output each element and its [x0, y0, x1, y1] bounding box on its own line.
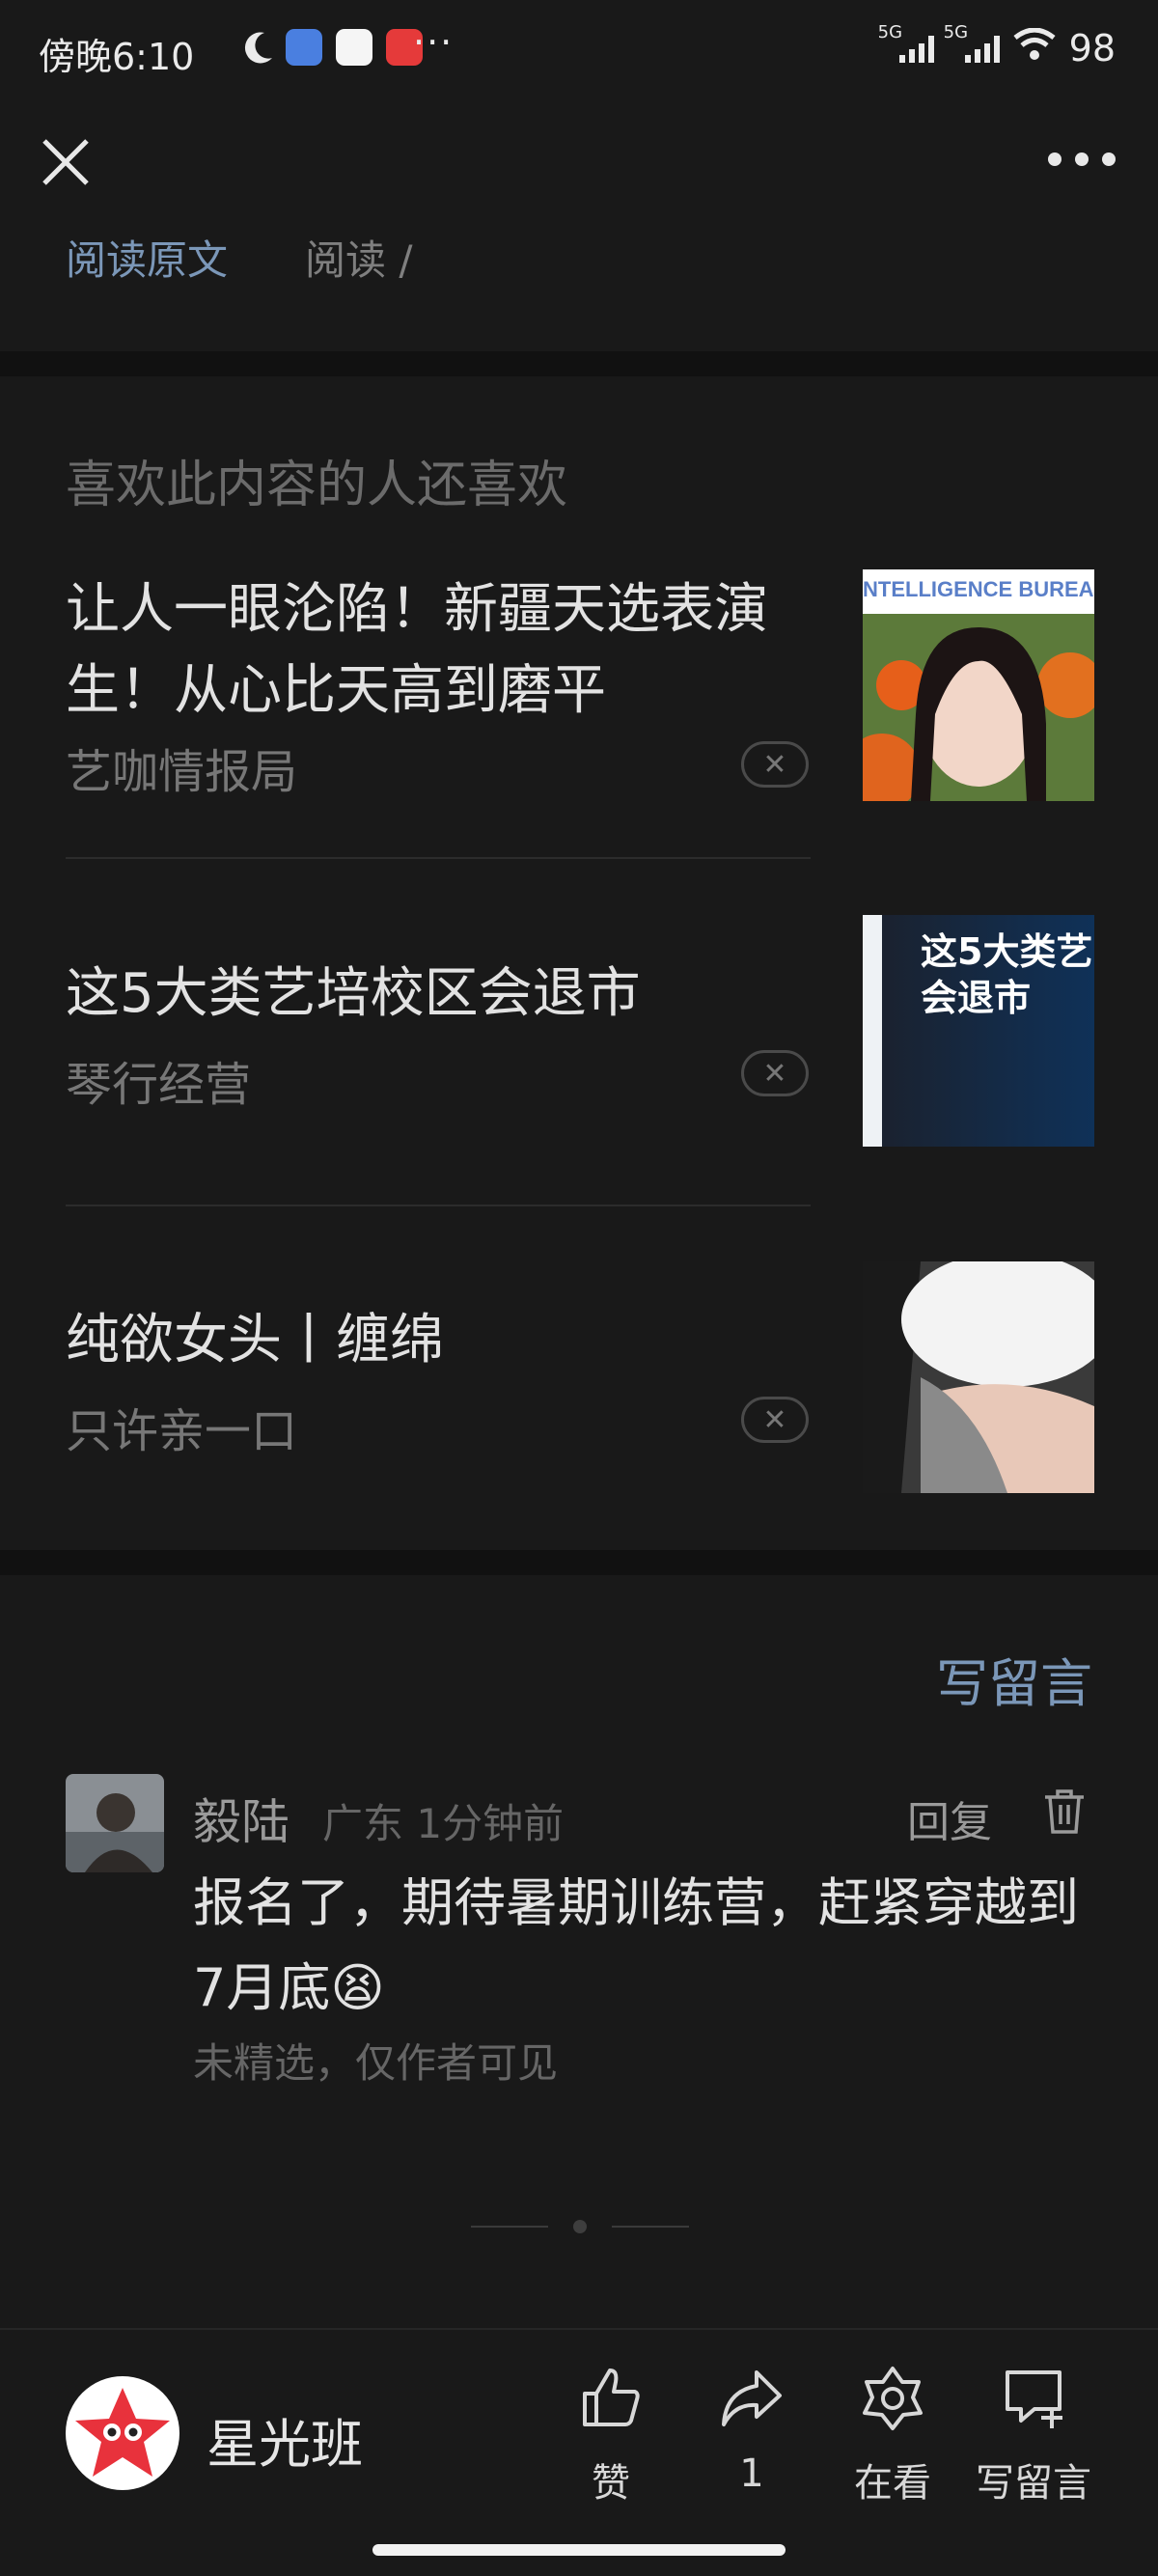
- network-type-1: 5G: [877, 22, 903, 42]
- recommend-item[interactable]: 让人一眼沦陷！新疆天选表演生！从心比天高到磨平 艺咖情报局 ✕ NTELLIGE…: [66, 569, 1094, 811]
- recommend-item[interactable]: 这5大类艺培校区会退市 琴行经营 ✕ 这5大类艺会退市: [66, 915, 1094, 1147]
- qq-icon: [336, 29, 372, 66]
- account-name[interactable]: 星光班: [207, 2401, 363, 2478]
- watching-label: 在看: [854, 2461, 931, 2506]
- read-count: 阅读 /: [305, 236, 413, 284]
- photo-image: [863, 1261, 1094, 1493]
- comment-label: 写留言: [976, 2461, 1091, 2506]
- recommend-thumbnail: NTELLIGENCE BUREAU: [863, 569, 1094, 801]
- network-type-2: 5G: [943, 22, 969, 42]
- section-divider: [0, 1550, 1158, 1575]
- portrait-image: [863, 569, 1094, 801]
- comment-author[interactable]: 毅陆: [193, 1784, 290, 1853]
- avatar[interactable]: [66, 1774, 164, 1872]
- status-more-indicator: ···: [413, 21, 455, 64]
- write-comment-button[interactable]: 写留言: [961, 2365, 1106, 2507]
- status-time: 傍晚6:10: [39, 36, 195, 78]
- app-notification-icon: [286, 29, 322, 66]
- share-button[interactable]: 1: [679, 2365, 824, 2496]
- like-label: 赞: [592, 2461, 630, 2506]
- more-icon-dot: [1102, 152, 1116, 166]
- recommend-item-source: 只许亲一口: [66, 1404, 298, 1458]
- wifi-icon: [1013, 27, 1056, 69]
- recommend-item-title: 纯欲女头丨缠绵: [66, 1309, 444, 1371]
- divider: [66, 1205, 811, 1206]
- status-bar: 傍晚6:10 ··· 5G 5G 98: [0, 0, 1158, 106]
- write-comment-link[interactable]: 写留言: [936, 1641, 1092, 1717]
- divider: [66, 857, 811, 859]
- delete-button[interactable]: [1042, 1787, 1087, 1836]
- delete-icon: [1045, 1789, 1084, 1834]
- recommend-item-source: 琴行经营: [66, 1058, 252, 1112]
- recommend-section-title: 喜欢此内容的人还喜欢: [66, 457, 568, 514]
- signal-icon-2: 5G: [944, 22, 1000, 63]
- share-icon: [718, 2365, 786, 2432]
- signal-icon: 5G: [878, 22, 934, 63]
- home-indicator[interactable]: [372, 2544, 786, 2556]
- battery-level: 98: [1068, 27, 1116, 69]
- thumbnail-caption: 这5大类艺会退市: [921, 930, 1093, 1019]
- end-indicator: [471, 2220, 689, 2233]
- star-logo-icon: [75, 2388, 170, 2477]
- like-icon: [577, 2365, 645, 2432]
- watching-icon: [859, 2365, 926, 2432]
- share-count: 1: [739, 2451, 764, 2496]
- status-right: 5G 5G 98: [878, 22, 1116, 69]
- close-icon: [42, 139, 89, 185]
- recommend-item[interactable]: 纯欲女头丨缠绵 只许亲一口 ✕: [66, 1261, 1094, 1493]
- reply-button[interactable]: 回复: [907, 1787, 992, 1849]
- section-divider: [0, 351, 1158, 376]
- comment-text: 报名了，期待暑期训练营，赶紧穿越到7月底😫: [193, 1872, 1079, 2018]
- recommend-thumbnail: [863, 1261, 1094, 1493]
- recommend-item-source: 艺咖情报局: [66, 745, 298, 799]
- comment-icon: [1000, 2365, 1067, 2432]
- like-button[interactable]: 赞: [538, 2365, 683, 2507]
- comment-visibility-note: 未精选，仅作者可见: [193, 2039, 559, 2087]
- more-icon-dot: [1075, 152, 1089, 166]
- status-notification-icons: [243, 29, 423, 66]
- watching-button[interactable]: 在看: [820, 2365, 965, 2507]
- read-original-link[interactable]: 阅读原文: [66, 228, 228, 287]
- recommend-thumbnail: 这5大类艺会退市: [863, 915, 1094, 1147]
- recommend-item-title: 这5大类艺培校区会退市: [66, 962, 641, 1025]
- dismiss-button[interactable]: ✕: [741, 1050, 809, 1096]
- close-button[interactable]: [39, 135, 93, 189]
- dismiss-button[interactable]: ✕: [741, 741, 809, 788]
- dismiss-icon: ✕: [762, 1056, 787, 1091]
- more-button[interactable]: [1048, 145, 1116, 174]
- account-avatar[interactable]: [66, 2376, 179, 2490]
- moon-icon: [243, 29, 272, 66]
- comment-meta: 广东 1分钟前: [322, 1800, 565, 1847]
- recommend-item-title: 让人一眼沦陷！新疆天选表演生！从心比天高到磨平: [66, 578, 768, 722]
- dismiss-icon: ✕: [762, 1402, 787, 1437]
- more-icon-dot: [1048, 152, 1062, 166]
- thumbnail-caption: NTELLIGENCE BUREAU: [863, 577, 1094, 601]
- dismiss-button[interactable]: ✕: [741, 1397, 809, 1443]
- dismiss-icon: ✕: [762, 747, 787, 782]
